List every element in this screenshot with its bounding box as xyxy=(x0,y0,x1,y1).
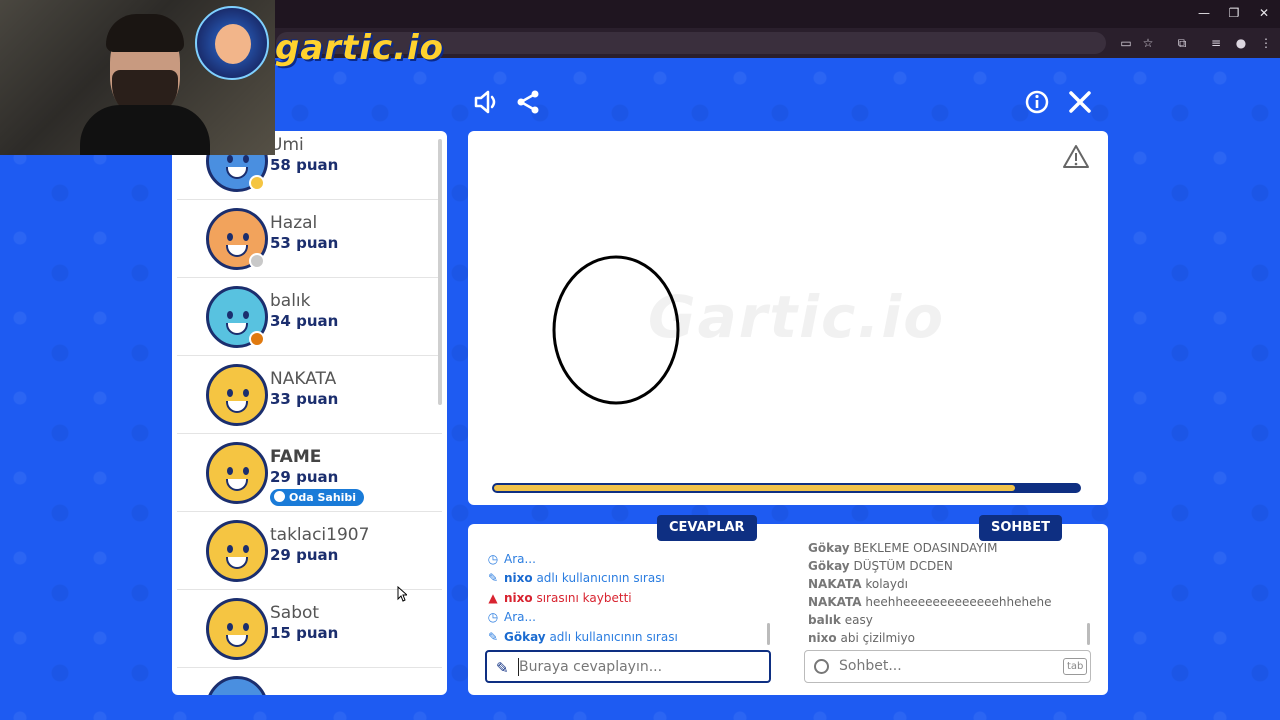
bookmark-star-icon[interactable]: ☆ xyxy=(1140,35,1156,51)
tab-chat[interactable]: SOHBET xyxy=(979,515,1062,541)
player-row: taklaci1907 29 puan xyxy=(177,513,442,590)
tab-key-hint: tab xyxy=(1063,658,1088,675)
player-name: FAME xyxy=(270,447,322,467)
clock-icon: ◷ xyxy=(487,552,499,566)
player-name: balık xyxy=(270,291,311,311)
chat-message: nixo abi çizilmiyo xyxy=(808,631,915,645)
round-timer-fill xyxy=(494,485,1015,491)
player-score: 33 puan xyxy=(270,390,339,408)
cast-icon[interactable]: ▭ xyxy=(1118,35,1134,51)
chat-scrollbar[interactable] xyxy=(1087,623,1090,645)
player-score: 29 puan xyxy=(270,468,339,486)
browser-menu-icon[interactable]: ⋮ xyxy=(1258,35,1274,51)
chat-message: NAKATA heehheeeeeeeeeeeeehhehehe xyxy=(808,595,1052,609)
chat-placeholder: Sohbet... xyxy=(839,658,902,674)
log-entry: ◷ Ara... xyxy=(487,610,536,624)
answer-placeholder: Buraya cevaplayın... xyxy=(519,659,663,675)
player-name: NAKATA xyxy=(270,369,337,389)
player-row: balık 34 puan xyxy=(177,279,442,356)
player-list-scrollbar[interactable] xyxy=(438,139,442,405)
room-owner-badge: Oda Sahibi xyxy=(270,489,365,506)
webcam-overlay xyxy=(0,0,275,155)
mouse-cursor-icon xyxy=(397,586,407,602)
avatar xyxy=(206,364,268,426)
player-name: Sabot xyxy=(270,603,320,623)
pencil-icon: ✎ xyxy=(487,571,499,585)
player-list[interactable]: Umi 58 puan Hazal 53 puan balık 34 puan … xyxy=(172,131,447,695)
avatar xyxy=(206,520,268,582)
player-row: Sabot 15 puan xyxy=(177,591,442,668)
status-indicator xyxy=(249,175,265,191)
player-score: 29 puan xyxy=(270,546,339,564)
player-score: 58 puan xyxy=(270,156,339,174)
chat-message: Gökay DÜŞTÜM DCDEN xyxy=(808,559,953,573)
close-icon[interactable] xyxy=(1066,88,1094,116)
clock-icon: ◷ xyxy=(487,610,499,624)
player-row xyxy=(177,669,442,695)
chat-panel: SOHBET Gökay BEKLEME ODASINDAYIM Gökay D… xyxy=(786,515,1108,695)
player-name: taklaci1907 xyxy=(270,525,370,545)
player-row: NAKATA 33 puan xyxy=(177,357,442,434)
log-entry: ◷ Ara... xyxy=(487,552,536,566)
share-icon[interactable] xyxy=(514,88,542,116)
log-entry: ✎ Gökay adlı kullanıcının sırası xyxy=(487,630,678,644)
log-entry: ▲ nixo sırasını kaybetti xyxy=(486,591,766,605)
streamer-logo xyxy=(195,6,269,80)
minimize-icon[interactable]: — xyxy=(1196,6,1212,20)
drawing-layer xyxy=(552,255,680,405)
owner-icon xyxy=(274,491,285,502)
media-icon[interactable]: ≡ xyxy=(1208,35,1224,51)
pencil-icon: ✎ xyxy=(496,659,509,677)
drawing-canvas[interactable]: Gartic.io xyxy=(468,131,1108,505)
chat-message: balık easy xyxy=(808,613,873,627)
info-icon[interactable] xyxy=(1023,88,1051,116)
round-timer-bar xyxy=(492,483,1081,493)
player-name: Hazal xyxy=(270,213,318,233)
log-entry: ✎ nixo adlı kullanıcının sırası xyxy=(487,571,665,585)
tab-answers[interactable]: CEVAPLAR xyxy=(657,515,757,541)
player-row: FAME 29 puan Oda Sahibi xyxy=(177,435,442,512)
drawn-ellipse xyxy=(552,255,680,405)
player-score: 15 puan xyxy=(270,624,339,642)
player-row: Hazal 53 puan xyxy=(177,201,442,278)
player-score: 53 puan xyxy=(270,234,339,252)
chat-message: Gökay BEKLEME ODASINDAYIM xyxy=(808,541,998,555)
player-name: Umi xyxy=(270,135,304,155)
profile-avatar[interactable]: ● xyxy=(1233,35,1249,51)
chat-bubble-icon xyxy=(814,659,829,674)
answers-panel: CEVAPLAR ◷ Ara... ✎ nixo adlı kullanıcının… xyxy=(468,515,786,695)
chat-message: NAKATA kolaydı xyxy=(808,577,908,591)
status-indicator xyxy=(249,331,265,347)
extensions-icon[interactable]: ⧉ xyxy=(1174,35,1190,51)
warning-icon[interactable] xyxy=(1062,143,1090,171)
avatar xyxy=(206,442,268,504)
chat-input[interactable]: Sohbet... tab xyxy=(804,650,1091,683)
status-indicator xyxy=(249,253,265,269)
alert-icon: ▲ xyxy=(488,591,498,605)
pencil-icon: ✎ xyxy=(487,630,499,644)
avatar xyxy=(206,598,268,660)
player-score: 34 puan xyxy=(270,312,339,330)
window-close-icon[interactable]: ✕ xyxy=(1256,6,1272,20)
answer-input[interactable]: ✎ Buraya cevaplayın... xyxy=(485,650,771,683)
avatar xyxy=(206,676,268,695)
restore-icon[interactable]: ❐ xyxy=(1226,6,1242,20)
speaker-icon[interactable] xyxy=(472,88,500,116)
game-logo[interactable]: gartic.io xyxy=(275,28,444,68)
answers-scrollbar[interactable] xyxy=(767,623,770,645)
